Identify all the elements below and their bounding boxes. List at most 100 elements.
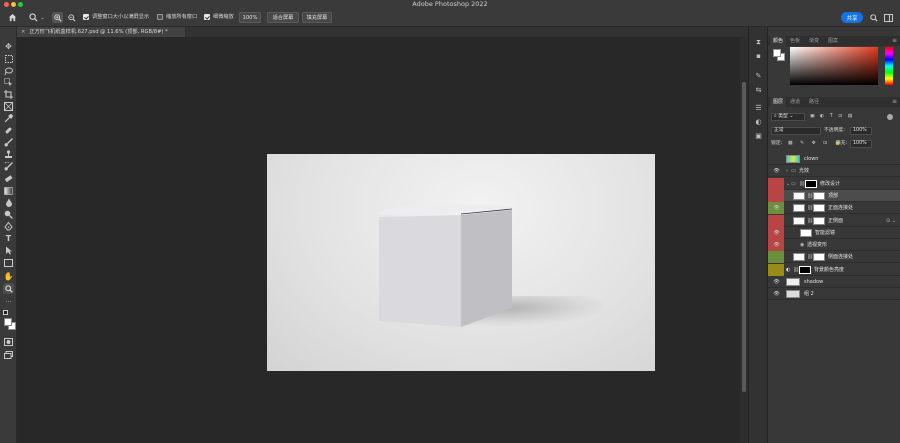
visibility-toggle[interactable] — [771, 215, 782, 227]
tab-channels[interactable]: 通道 — [787, 97, 803, 107]
quick-mask-button[interactable] — [3, 336, 14, 347]
layer-thumbnail[interactable] — [786, 290, 800, 299]
foreground-color-swatch[interactable] — [4, 318, 12, 326]
layer-mask-thumbnail[interactable] — [813, 216, 825, 225]
layer-filter-kind[interactable]: ⌕ 类型 ⌄ — [771, 113, 805, 121]
group-expand-icon[interactable]: ⌄ — [786, 178, 790, 190]
zoom-level-field[interactable]: 100% — [239, 12, 261, 23]
zoom-tool[interactable] — [3, 283, 14, 294]
layer-row[interactable]: ⌄ ▭ ⛓ 修改设计 — [768, 177, 900, 190]
filter-mask-thumbnail[interactable] — [800, 228, 812, 237]
smart-object-thumbnail[interactable] — [793, 204, 805, 213]
move-tool[interactable]: ✥ — [3, 41, 14, 52]
rectangle-tool[interactable] — [3, 257, 14, 268]
lasso-tool[interactable] — [3, 65, 14, 76]
comments-panel-button[interactable]: ▪ — [753, 51, 764, 61]
dodge-tool[interactable] — [3, 209, 14, 220]
fill-field[interactable]: 100% — [850, 140, 872, 148]
color-panel-menu-icon[interactable]: ≡ — [892, 37, 897, 45]
zoom-tool-preset-picker[interactable]: ⌄ — [28, 12, 46, 23]
frame-tool[interactable] — [3, 101, 14, 112]
type-tool[interactable]: T — [3, 233, 14, 244]
hand-tool[interactable]: ✋ — [3, 271, 14, 282]
search-button[interactable] — [869, 12, 878, 23]
layer-mask-thumbnail[interactable] — [805, 179, 817, 188]
visibility-toggle[interactable]: 👁 — [771, 239, 782, 251]
visibility-toggle[interactable]: 👁 — [771, 227, 782, 239]
layer-row[interactable]: clown — [768, 153, 900, 165]
share-button[interactable]: 共享 — [841, 12, 863, 23]
default-colors-icon[interactable] — [3, 310, 8, 315]
opacity-field[interactable]: 100% — [850, 127, 872, 135]
fit-screen-button[interactable]: 适合屏幕 — [267, 12, 299, 23]
zoom-in-button[interactable] — [52, 12, 63, 23]
eyedropper-tool[interactable] — [3, 113, 14, 124]
layer-row[interactable]: 👁 ⛓ 正面连接处 — [768, 202, 900, 215]
layer-row[interactable]: ⛓ 侧面连接处 — [768, 251, 900, 264]
tab-gradients[interactable]: 渐变 — [806, 36, 822, 46]
screen-mode-button[interactable] — [3, 349, 14, 360]
layer-thumbnail[interactable] — [786, 278, 800, 286]
visibility-toggle[interactable]: 👁 — [771, 276, 782, 288]
visibility-toggle[interactable] — [771, 251, 782, 263]
vertical-scrollbar[interactable] — [740, 37, 748, 443]
layer-mask-thumbnail[interactable] — [813, 204, 825, 213]
layer-row[interactable]: ⛓ 顶部 — [768, 189, 900, 202]
layer-row[interactable]: ⛓ 正侧面 ⊙ ⌄ — [768, 214, 900, 227]
home-button[interactable] — [6, 12, 18, 23]
layer-row[interactable]: 👁 shadow — [768, 276, 900, 288]
smart-object-thumbnail[interactable] — [793, 191, 805, 200]
brush-tool[interactable] — [3, 137, 14, 148]
layer-mask-thumbnail[interactable] — [813, 253, 825, 262]
fill-screen-button[interactable]: 填充屏幕 — [302, 12, 332, 23]
zoom-all-windows-checkbox[interactable] — [157, 14, 163, 20]
layer-row[interactable]: 👁 组 2 — [768, 288, 900, 301]
color-panel-foreground-swatch[interactable] — [773, 49, 781, 57]
crop-tool[interactable] — [3, 89, 14, 100]
resize-windows-checkbox[interactable] — [83, 14, 89, 20]
hue-slider[interactable] — [885, 47, 893, 85]
blur-tool[interactable] — [3, 197, 14, 208]
visibility-toggle[interactable]: 👁 — [771, 288, 782, 300]
filter-toggle[interactable] — [887, 114, 893, 120]
workspace-button[interactable] — [883, 12, 893, 23]
smart-object-thumbnail[interactable] — [793, 253, 805, 262]
layer-row[interactable]: 👁 › ▭ 光效 — [768, 165, 900, 178]
path-selection-tool[interactable] — [3, 245, 14, 256]
color-field[interactable] — [790, 47, 878, 85]
visibility-toggle[interactable]: 👁 — [771, 165, 782, 177]
adjustments-panel-button[interactable]: ◐ — [753, 117, 764, 127]
document-tab[interactable]: × 正方形飞机纸盒样机.627.psd @ 11.6% (顶部, RGB/8#) … — [17, 27, 185, 37]
close-tab-icon[interactable]: × — [21, 29, 25, 35]
smart-object-thumbnail[interactable] — [793, 216, 805, 225]
properties-panel-button[interactable]: ☰ — [753, 103, 764, 113]
eraser-tool[interactable] — [3, 173, 14, 184]
visibility-toggle[interactable] — [771, 264, 782, 276]
layer-mask-thumbnail[interactable] — [799, 265, 811, 274]
layer-row[interactable]: 👁 ◉ 透视变形 — [768, 239, 900, 252]
more-tools-button[interactable]: ··· — [3, 297, 14, 308]
marquee-tool[interactable] — [3, 53, 14, 64]
tab-paths[interactable]: 路径 — [806, 97, 822, 107]
visibility-toggle[interactable] — [771, 178, 782, 190]
layer-mask-thumbnail[interactable] — [813, 191, 825, 200]
history-panel-button[interactable]: ⧗ — [753, 37, 764, 47]
blend-mode-select[interactable]: 正常 — [771, 127, 821, 135]
group-expand-icon[interactable]: › — [786, 165, 788, 177]
visibility-toggle[interactable] — [771, 153, 782, 165]
scrubby-zoom-checkbox[interactable] — [204, 14, 210, 20]
tab-patterns[interactable]: 图案 — [825, 36, 841, 46]
tab-layers[interactable]: 图层 — [770, 97, 787, 107]
tab-color[interactable]: 颜色 — [770, 36, 787, 46]
libraries-panel-button[interactable]: ▣ — [753, 131, 764, 141]
object-selection-tool[interactable] — [3, 77, 14, 88]
brushes-panel-button[interactable]: ✎ — [753, 71, 764, 81]
history-brush-tool[interactable] — [3, 161, 14, 172]
layer-row[interactable]: 👁 智能滤镜 — [768, 226, 900, 239]
healing-brush-tool[interactable] — [3, 125, 14, 136]
layer-filter-icons[interactable]: ▣ ◐ T ⊡ ▤ — [810, 113, 854, 121]
smart-filter-indicator-icon[interactable]: ⊙ ⌄ — [886, 215, 896, 227]
clone-stamp-tool[interactable] — [3, 149, 14, 160]
visibility-toggle[interactable]: 👁 — [771, 202, 782, 214]
layer-row[interactable]: ◐ ⛓ 背景颜色亮度 — [768, 263, 900, 276]
